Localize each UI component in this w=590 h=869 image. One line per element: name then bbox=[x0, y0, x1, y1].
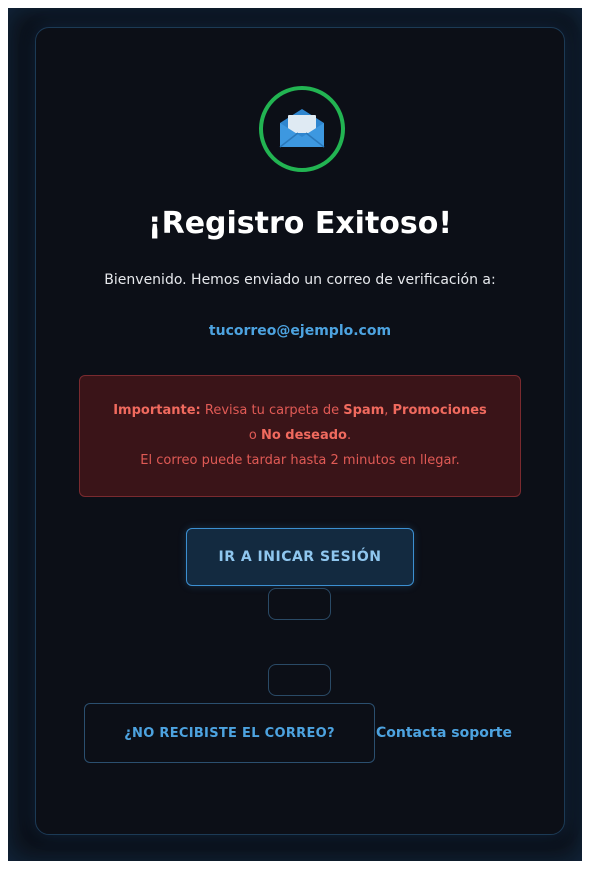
go-to-login-button[interactable]: IR A INICAR SESIÓN bbox=[186, 528, 414, 586]
page-title: ¡Registro Exitoso! bbox=[147, 206, 453, 241]
alert-period: . bbox=[346, 428, 352, 443]
alert-spam: Spam bbox=[343, 403, 385, 418]
success-card: ¡Registro Exitoso! Bienvenido. Hemos env… bbox=[35, 27, 565, 835]
empty-button[interactable] bbox=[268, 588, 331, 620]
spam-warning-alert: Importante: Revisa tu carpeta de Spam, P… bbox=[79, 375, 521, 497]
alert-text: Revisa tu carpeta de bbox=[200, 403, 344, 418]
alert-line-3: El correo puede tardar hasta 2 minutos e… bbox=[140, 453, 460, 468]
empty-button[interactable] bbox=[268, 664, 331, 696]
alert-line-1: Importante: Revisa tu carpeta de Spam, P… bbox=[80, 398, 520, 423]
alert-label: Importante: bbox=[113, 403, 201, 418]
user-email: tucorreo@ejemplo.com bbox=[208, 323, 392, 339]
alert-separator: , bbox=[384, 403, 393, 418]
alert-junk: No deseado bbox=[260, 428, 347, 443]
alert-text-or: o bbox=[248, 428, 261, 443]
page-background: ¡Registro Exitoso! Bienvenido. Hemos env… bbox=[8, 8, 582, 861]
success-icon-ring bbox=[259, 86, 345, 172]
alert-promotions: Promociones bbox=[392, 403, 487, 418]
contact-support-link[interactable]: Contacta soporte bbox=[376, 725, 512, 741]
alert-line-2: o No deseado. bbox=[80, 423, 520, 448]
confirmation-message: Bienvenido. Hemos enviado un correo de v… bbox=[104, 272, 496, 288]
resend-email-button[interactable]: ¿NO RECIBISTE EL CORREO? bbox=[84, 703, 375, 763]
envelope-icon bbox=[279, 109, 325, 148]
